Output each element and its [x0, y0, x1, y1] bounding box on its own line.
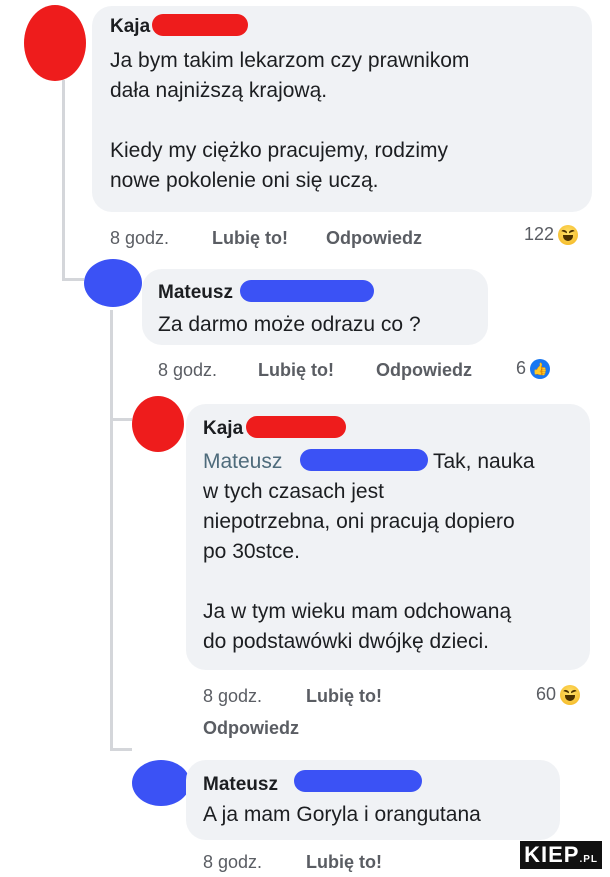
- reaction-number: 60: [536, 684, 557, 704]
- reply-link[interactable]: Odpowiedz: [203, 718, 299, 739]
- haha-emoji-icon: [560, 684, 581, 705]
- comment-time[interactable]: 8 godz.: [158, 360, 217, 381]
- reaction-count[interactable]: 122: [524, 224, 579, 245]
- comment-author[interactable]: Mateusz: [158, 282, 233, 304]
- comment-author[interactable]: Kaja: [203, 418, 243, 440]
- redaction-mark: [152, 14, 248, 36]
- comment-text-first: Tak, nauka: [433, 450, 535, 473]
- haha-emoji-icon: [558, 224, 579, 245]
- comment-author[interactable]: Mateusz: [203, 774, 278, 796]
- avatar[interactable]: [132, 396, 184, 452]
- reaction-count[interactable]: 60: [536, 684, 581, 705]
- reaction-number: 6: [516, 358, 527, 378]
- reaction-number: 122: [524, 224, 555, 244]
- redaction-mark: [300, 449, 428, 471]
- reaction-count[interactable]: 6 👍: [516, 358, 551, 379]
- like-link[interactable]: Lubię to!: [306, 852, 382, 873]
- like-icon: 👍: [530, 358, 551, 379]
- thread-line-reply: [110, 310, 113, 750]
- thread-line-branch: [62, 278, 84, 281]
- avatar[interactable]: [132, 760, 190, 806]
- like-link[interactable]: Lubię to!: [212, 228, 288, 249]
- like-link[interactable]: Lubię to!: [306, 686, 382, 707]
- comment-author[interactable]: Kaja: [110, 16, 150, 38]
- comment-text: Za darmo może odrazu co ?: [158, 313, 421, 336]
- avatar[interactable]: [84, 259, 142, 307]
- redaction-mark: [294, 770, 422, 792]
- watermark-text: KIEP: [524, 842, 580, 867]
- avatar[interactable]: [24, 5, 86, 81]
- comment-text: w tych czasach jest niepotrzebna, oni pr…: [203, 480, 515, 653]
- reply-link[interactable]: Odpowiedz: [326, 228, 422, 249]
- watermark-suffix: .PL: [579, 854, 598, 865]
- comment-time[interactable]: 8 godz.: [110, 228, 169, 249]
- comment-time[interactable]: 8 godz.: [203, 852, 262, 873]
- watermark-logo: KIEP.PL: [520, 841, 602, 869]
- comment-time[interactable]: 8 godz.: [203, 686, 262, 707]
- like-link[interactable]: Lubię to!: [258, 360, 334, 381]
- thread-line-branch-2: [110, 418, 132, 421]
- thread-line-branch-3: [110, 748, 132, 751]
- redaction-mark: [246, 416, 346, 438]
- comment-text: A ja mam Goryla i orangutana: [203, 803, 481, 826]
- comment-mention[interactable]: Mateusz: [203, 447, 282, 477]
- reply-link[interactable]: Odpowiedz: [376, 360, 472, 381]
- redaction-mark: [240, 280, 374, 302]
- comment-text: Ja bym takim lekarzom czy prawnikom dała…: [110, 49, 470, 192]
- thread-line-main: [62, 80, 65, 280]
